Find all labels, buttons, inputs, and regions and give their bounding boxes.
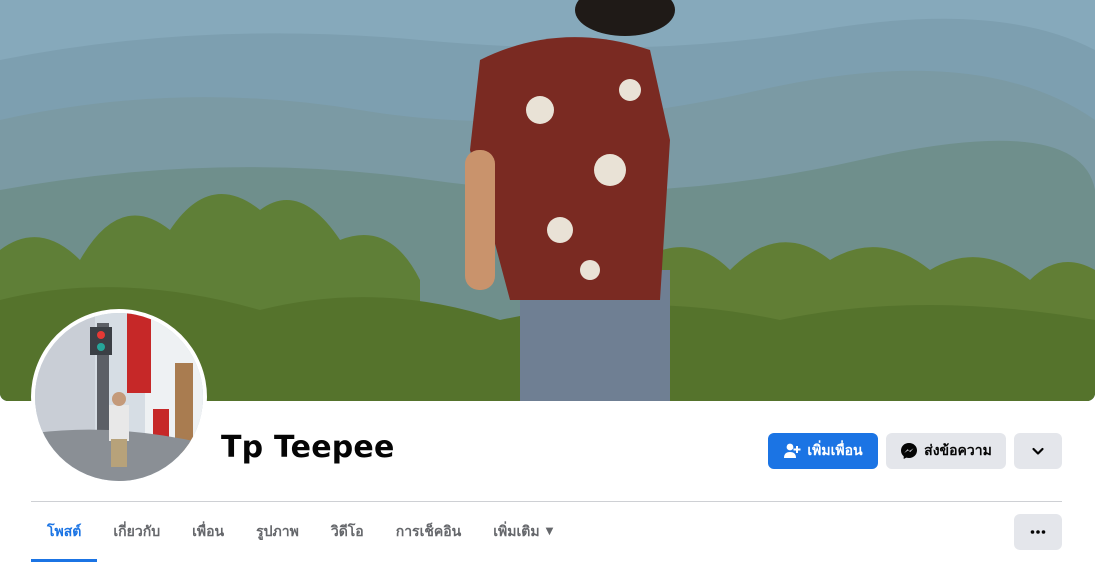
avatar-photo	[35, 313, 203, 481]
send-message-button[interactable]: ส่งข้อความ	[886, 433, 1006, 469]
tab-label: เพิ่มเติม	[493, 524, 540, 540]
tab-friends[interactable]: เพื่อน	[176, 502, 240, 562]
messenger-icon	[900, 442, 918, 460]
more-horizontal-icon	[1029, 523, 1047, 541]
add-friend-button[interactable]: เพิ่มเพื่อน	[768, 433, 878, 469]
profile-tabs: โพสต์ เกี่ยวกับ เพื่อน รูปภาพ วิดีโอ การ…	[31, 502, 569, 563]
tab-label: เพื่อน	[192, 524, 225, 540]
tab-about[interactable]: เกี่ยวกับ	[97, 502, 176, 562]
more-options-button[interactable]	[1014, 514, 1062, 550]
tab-label: วิดีโอ	[330, 524, 364, 540]
tab-label: รูปภาพ	[256, 524, 299, 540]
send-message-label: ส่งข้อความ	[924, 443, 992, 459]
add-friend-icon	[783, 442, 801, 460]
add-friend-label: เพิ่มเพื่อน	[807, 443, 863, 459]
tab-videos[interactable]: วิดีโอ	[315, 502, 380, 562]
profile-options-dropdown[interactable]	[1014, 433, 1062, 469]
tab-label: การเช็คอิน	[395, 524, 462, 540]
tab-posts[interactable]: โพสต์	[31, 502, 98, 562]
tab-more[interactable]: เพิ่มเติม ▼	[477, 502, 569, 562]
profile-name: Tp Teepee	[221, 430, 395, 465]
profile-picture[interactable]	[31, 309, 207, 485]
tab-label: เกี่ยวกับ	[113, 524, 161, 540]
caret-down-icon: ▼	[545, 526, 554, 537]
tab-check-ins[interactable]: การเช็คอิน	[380, 502, 478, 562]
avatar	[35, 313, 203, 481]
tab-label: โพสต์	[47, 524, 82, 540]
chevron-down-icon	[1029, 442, 1047, 460]
tab-photos[interactable]: รูปภาพ	[240, 502, 315, 562]
